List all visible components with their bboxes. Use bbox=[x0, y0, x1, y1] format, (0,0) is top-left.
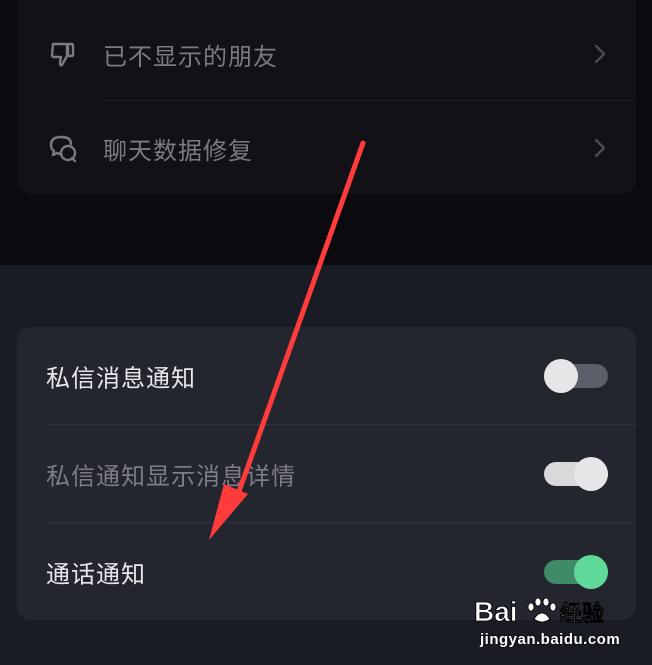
row-label: 私信消息通知 bbox=[46, 364, 196, 392]
toggle-knob bbox=[544, 358, 578, 393]
row-label: 已不显示的朋友 bbox=[103, 42, 278, 71]
dm-preview-toggle[interactable] bbox=[544, 456, 608, 491]
row-label: 聊天数据修复 bbox=[103, 136, 253, 165]
chat-bubbles-icon bbox=[47, 132, 79, 164]
dm-notification-toggle[interactable] bbox=[544, 358, 608, 393]
watermark-url: jingyan.baidu.com bbox=[480, 631, 621, 648]
row-dm-notification: 私信消息通知 bbox=[17, 327, 636, 424]
row-chat-repair[interactable]: 聊天数据修复 bbox=[17, 100, 636, 196]
toggle-knob bbox=[574, 456, 608, 491]
settings-card-top: 已不显示的朋友 聊天数据修复 bbox=[17, 0, 636, 194]
top-settings-area: 已不显示的朋友 聊天数据修复 bbox=[0, 0, 652, 265]
row-hidden-friends[interactable]: 已不显示的朋友 bbox=[17, 6, 636, 102]
row-dm-preview: 私信通知显示消息详情 bbox=[17, 425, 636, 522]
chevron-right-icon bbox=[590, 40, 610, 68]
notification-settings-card: 私信消息通知 私信通知显示消息详情 通话通知 bbox=[17, 327, 636, 620]
baidu-jingyan-watermark: Bai 经验 jingyan.baidu.com bbox=[474, 593, 634, 653]
toggle-knob bbox=[574, 554, 608, 589]
call-notification-toggle[interactable] bbox=[544, 554, 608, 589]
baidu-logo-icon: Bai 经验 bbox=[474, 596, 604, 628]
svg-text:经验: 经验 bbox=[560, 601, 604, 627]
chevron-right-icon bbox=[590, 134, 610, 162]
svg-text:Bai: Bai bbox=[474, 596, 518, 627]
row-label: 通话通知 bbox=[46, 560, 146, 588]
thumbs-down-icon bbox=[47, 38, 79, 70]
row-label: 私信通知显示消息详情 bbox=[46, 462, 296, 490]
